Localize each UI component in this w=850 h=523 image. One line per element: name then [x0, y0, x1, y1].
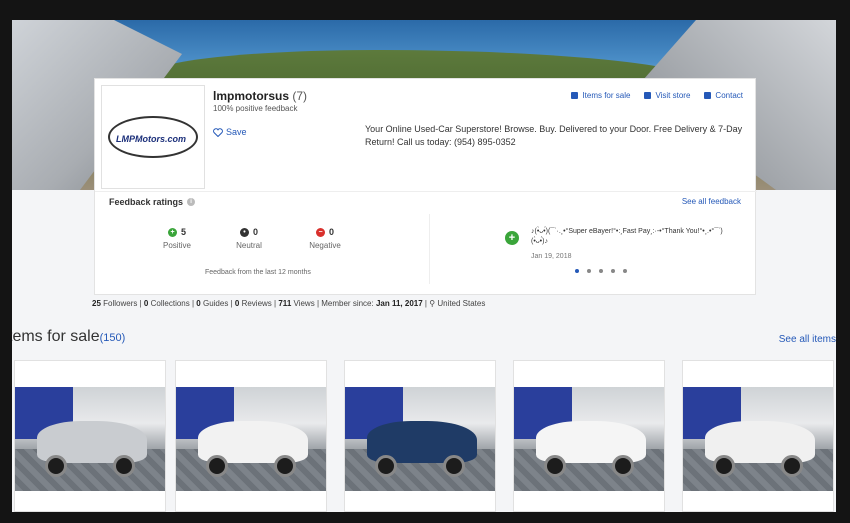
carousel-dot-2[interactable] — [587, 269, 591, 273]
seller-location: United States — [437, 299, 486, 308]
wheel — [544, 455, 566, 477]
store-icon — [644, 92, 652, 99]
envelope-icon — [704, 92, 712, 99]
save-label: Save — [226, 127, 247, 137]
feedback-comment: ♪(•̀ᴗ•́)(¯`·.¸•°Super eBayer!°•:¸Fast Pa… — [531, 228, 723, 245]
feedback-period-note: Feedback from the last 12 months — [205, 269, 311, 276]
seller-name-text[interactable]: lmpmotorsus — [213, 89, 289, 103]
feedback-ratings-title: Feedback ratings — [109, 197, 184, 207]
wheel — [113, 455, 135, 477]
listing-photo-2[interactable] — [176, 387, 326, 491]
neutral-rating: • 0 Neutral — [219, 227, 279, 250]
reviews-count: 0 — [234, 299, 240, 308]
reviews-label[interactable]: Reviews — [242, 299, 272, 308]
seller-name[interactable]: lmpmotorsus (7) — [213, 89, 307, 103]
wheel — [713, 455, 735, 477]
store-tagline: Your Online Used-Car Superstore! Browse.… — [365, 124, 743, 147]
negative-rating: − 0 Negative — [295, 227, 355, 250]
items-for-sale-heading: tems for sale(150) — [12, 328, 125, 346]
followers-count: 25 — [92, 299, 101, 308]
items-for-sale-label: Items for sale — [582, 91, 631, 100]
items-count: (150) — [99, 332, 126, 344]
listing-photo-1[interactable] — [15, 387, 165, 491]
neutral-label: Neutral — [236, 241, 262, 250]
neutral-count: 0 — [252, 227, 258, 237]
feedback-comment-date: Jan 19, 2018 — [531, 253, 572, 260]
listing-photo-5[interactable] — [683, 387, 833, 491]
seller-stats-bar: 25 Followers | 0 Collections | 0 Guides … — [92, 299, 486, 308]
views-count: 711 — [278, 299, 292, 308]
carousel-dot-3[interactable] — [599, 269, 603, 273]
wheel — [612, 455, 634, 477]
positive-count: 5 — [180, 227, 186, 237]
feedback-carousel-dots — [575, 269, 627, 273]
wheel — [443, 455, 465, 477]
logo-wordmark: LMPMotors.com — [116, 134, 187, 144]
carousel-dot-1[interactable] — [575, 269, 579, 273]
carousel-dot-5[interactable] — [623, 269, 627, 273]
contact-label: Contact — [715, 91, 743, 100]
location-pin-icon: ⚲ — [429, 299, 436, 308]
listing-card-3[interactable] — [344, 360, 496, 512]
monitor-frame: LMPMotors.com lmpmotorsus (7) 100% posit… — [0, 0, 850, 523]
seller-top-links: Items for sale Visit store Contact — [571, 91, 743, 100]
items-for-sale-link[interactable]: Items for sale — [571, 91, 630, 100]
neutral-circle-icon: • — [239, 227, 249, 237]
card-divider — [95, 191, 757, 192]
items-for-sale-title: tems for sale — [12, 328, 100, 345]
carousel-dot-4[interactable] — [611, 269, 615, 273]
feedback-vertical-divider — [429, 214, 430, 284]
listing-card-5[interactable] — [682, 360, 834, 512]
visit-store-link[interactable]: Visit store — [644, 91, 690, 100]
guides-count: 0 — [196, 299, 201, 308]
see-all-items-link[interactable]: See all items — [779, 334, 836, 345]
feedback-ratings-heading: Feedback ratings i — [109, 197, 196, 207]
wheel — [274, 455, 296, 477]
contact-link[interactable]: Contact — [704, 91, 743, 100]
positive-rating: + 5 Positive — [147, 227, 207, 250]
seller-logo[interactable]: LMPMotors.com — [101, 85, 205, 189]
positive-feedback-percent: 100% positive feedback — [213, 104, 298, 113]
wheel — [375, 455, 397, 477]
seller-feedback-count: (7) — [292, 89, 308, 103]
tag-icon — [571, 92, 579, 99]
wheel — [45, 455, 67, 477]
minus-icon: − — [315, 227, 325, 237]
member-since-label: Member since: — [321, 299, 374, 308]
negative-count: 0 — [328, 227, 334, 237]
guides-label[interactable]: Guides — [203, 299, 228, 308]
listing-card-2[interactable] — [175, 360, 327, 512]
wheel — [781, 455, 803, 477]
save-seller-button[interactable]: Save — [213, 127, 247, 137]
listing-photo-3[interactable] — [345, 387, 495, 491]
positive-comment-icon: + — [505, 231, 519, 245]
member-since-date: Jan 11, 2017 — [375, 299, 423, 308]
seller-profile-card: LMPMotors.com lmpmotorsus (7) 100% posit… — [94, 78, 757, 295]
negative-label: Negative — [309, 241, 341, 250]
views-label: Views — [293, 299, 315, 308]
listing-card-4[interactable] — [513, 360, 665, 512]
followers-label[interactable]: Followers — [103, 299, 137, 308]
collections-count: 0 — [143, 299, 149, 308]
positive-label: Positive — [162, 241, 191, 250]
wheel — [206, 455, 228, 477]
see-all-feedback-link[interactable]: See all feedback — [682, 197, 741, 206]
visit-store-label: Visit store — [655, 91, 691, 100]
plus-icon: + — [167, 227, 177, 237]
heart-icon — [213, 127, 223, 137]
listing-photo-4[interactable] — [514, 387, 664, 491]
collections-label[interactable]: Collections — [151, 299, 190, 308]
listing-card-1[interactable] — [14, 360, 166, 512]
info-icon[interactable]: i — [187, 198, 196, 206]
browser-screen: LMPMotors.com lmpmotorsus (7) 100% posit… — [12, 20, 836, 512]
